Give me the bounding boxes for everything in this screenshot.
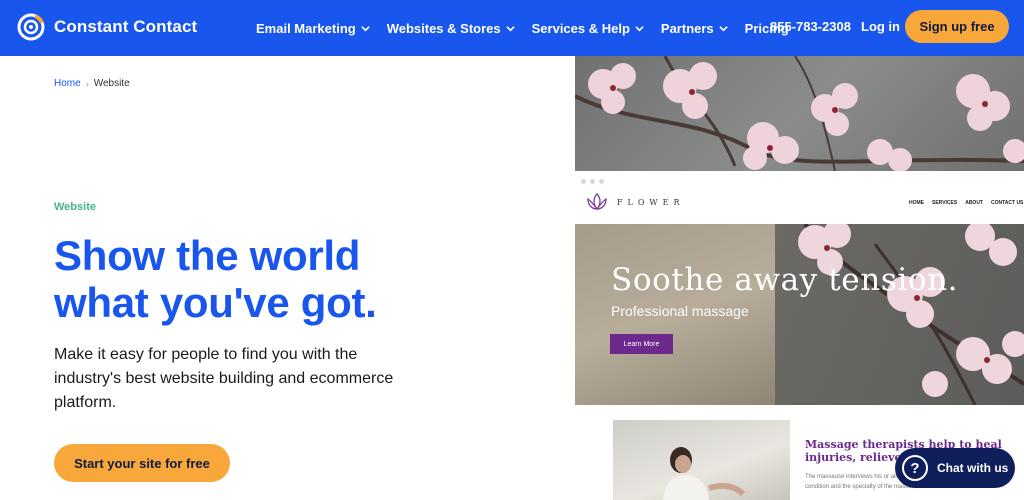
- preview-nav-home[interactable]: HOME: [909, 200, 924, 206]
- phone-number-link[interactable]: 855-783-2308: [770, 19, 851, 34]
- chevron-down-icon: [505, 25, 515, 31]
- massage-woman-image: [613, 420, 790, 500]
- chat-label: Chat with us: [937, 461, 1009, 475]
- cherry-blossom-image: [575, 56, 1024, 171]
- main-nav: Email Marketing Websites & Stores Servic…: [256, 0, 789, 56]
- window-dot: [599, 179, 604, 184]
- preview-nav-services[interactable]: SERVICES: [932, 200, 957, 206]
- preview-headline: Soothe away tension.: [611, 262, 959, 298]
- hero-description: Make it easy for people to find you with…: [54, 346, 394, 411]
- learn-more-button[interactable]: Learn More: [610, 334, 673, 354]
- hero-title-line-2: what you've got.: [54, 279, 377, 326]
- question-icon: ?: [902, 455, 928, 481]
- start-your-site-button[interactable]: Start your site for free: [54, 444, 230, 482]
- nav-email-marketing-label: Email Marketing: [256, 20, 356, 36]
- breadcrumb: Home › Website: [54, 78, 130, 89]
- massage-hero-image: Soothe away tension. Professional massag…: [575, 224, 1024, 405]
- lotus-icon: [587, 193, 607, 211]
- preview-nav-contact[interactable]: CONTACT US: [991, 200, 1023, 206]
- website-preview-image: FLOWER HOME SERVICES ABOUT CONTACT US So…: [575, 56, 1024, 500]
- breadcrumb-home-link[interactable]: Home: [54, 78, 81, 89]
- window-dot: [590, 179, 595, 184]
- nav-websites-stores[interactable]: Websites & Stores: [387, 21, 515, 36]
- window-dots: [581, 179, 604, 184]
- hero-title-line-1: Show the world: [54, 232, 361, 279]
- preview-site-nav: HOME SERVICES ABOUT CONTACT US: [909, 200, 1023, 206]
- preview-subheadline: Professional massage: [611, 303, 749, 319]
- login-link[interactable]: Log in: [861, 19, 900, 34]
- hero-title: Show the world what you've got.: [54, 232, 554, 326]
- window-dot: [581, 179, 586, 184]
- nav-services-help[interactable]: Services & Help: [532, 21, 644, 36]
- preview-nav-about[interactable]: ABOUT: [965, 200, 983, 206]
- breadcrumb-current: Website: [93, 78, 130, 89]
- nav-websites-stores-label: Websites & Stores: [386, 20, 501, 36]
- top-navigation-bar: Constant Contact Email Marketing Website…: [0, 0, 1024, 56]
- nav-services-help-label: Services & Help: [531, 20, 630, 36]
- chevron-down-icon: [361, 25, 370, 31]
- woman-illustration: [663, 447, 746, 500]
- hero-eyebrow: Website: [54, 201, 96, 213]
- nav-partners[interactable]: Partners: [661, 21, 728, 36]
- breadcrumb-separator: ›: [85, 78, 89, 89]
- logo-text: Constant Contact: [54, 17, 198, 36]
- nav-email-marketing[interactable]: Email Marketing: [256, 21, 370, 36]
- chat-with-us-button[interactable]: ? Chat with us: [895, 448, 1015, 488]
- chevron-down-icon: [635, 25, 644, 31]
- nav-partners-label: Partners: [660, 20, 714, 36]
- constant-contact-logo[interactable]: Constant Contact: [16, 11, 197, 43]
- constant-contact-logo-icon: [17, 13, 45, 41]
- flower-site-logo: FLOWER: [585, 192, 685, 212]
- cherry-blossom-illustration: [575, 56, 1024, 171]
- sign-up-free-button[interactable]: Sign up free: [905, 10, 1009, 43]
- site-logo-text: FLOWER: [617, 197, 685, 207]
- chevron-down-icon: [718, 25, 728, 31]
